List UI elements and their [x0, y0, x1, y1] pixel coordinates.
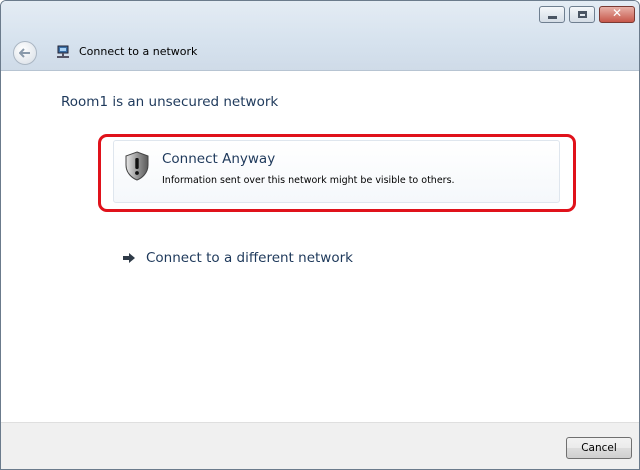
shield-warning-icon	[125, 151, 149, 181]
back-button[interactable]	[13, 41, 37, 65]
maximize-button[interactable]	[569, 6, 595, 23]
dialog-window: ✕ Connect to a network Room1 is an unsec…	[0, 0, 640, 470]
connect-different-network-link[interactable]: Connect to a different network	[122, 248, 353, 268]
close-icon: ✕	[611, 6, 623, 20]
window-title: Connect to a network	[79, 45, 198, 58]
back-arrow-icon	[19, 48, 30, 58]
connect-different-network-label: Connect to a different network	[146, 250, 353, 266]
page-heading: Room1 is an unsecured network	[61, 94, 279, 110]
connect-anyway-title: Connect Anyway	[162, 151, 276, 167]
maximize-icon	[578, 11, 587, 18]
connect-anyway-description: Information sent over this network might…	[162, 175, 455, 186]
minimize-button[interactable]	[539, 6, 565, 23]
network-icon	[57, 45, 69, 58]
content-area: Room1 is an unsecured network Connect An…	[1, 72, 639, 422]
title-bar: ✕ Connect to a network	[1, 1, 639, 71]
minimize-icon	[548, 16, 557, 19]
cancel-button[interactable]: Cancel	[566, 437, 632, 459]
close-button[interactable]: ✕	[599, 6, 635, 23]
button-bar: Cancel	[1, 422, 639, 469]
arrow-right-icon	[123, 253, 135, 263]
connect-anyway-option[interactable]: Connect Anyway Information sent over thi…	[113, 140, 560, 203]
window-controls: ✕	[539, 6, 635, 23]
